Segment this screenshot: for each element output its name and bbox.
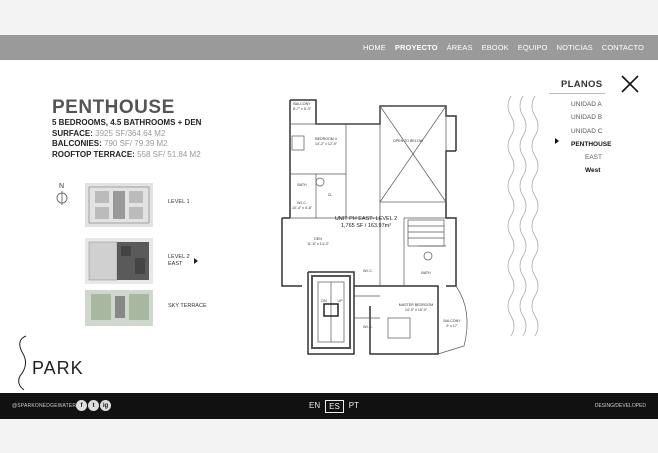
top-band — [0, 0, 658, 35]
credit-link[interactable]: DESING/DEVELOPED — [595, 403, 646, 409]
plan-label-dn: DN — [321, 299, 327, 303]
unit-specs: 5 BEDROOMS, 4.5 BATHROOMS + DEN SURFACE:… — [52, 118, 201, 160]
surface-line: SURFACE: 3925 SF/364.64 M2 — [52, 128, 166, 138]
level-selected-arrow-icon — [194, 258, 198, 264]
plan-label-wic: W.I.C. — [297, 201, 307, 205]
plan-dim-balcony-top: 8'-7" x 5'-0" — [293, 107, 312, 111]
language-switcher: EN ES PT — [306, 400, 364, 413]
wave-decoration — [505, 95, 549, 351]
level1-thumbnail[interactable] — [85, 183, 153, 227]
planos-heading: PLANOS — [561, 79, 603, 90]
nav-noticias[interactable]: NOTICIAS — [557, 43, 593, 52]
plan-label-wic3: W.I.C. — [363, 325, 373, 329]
sky-terrace-label[interactable]: SKY TERRACE — [168, 303, 207, 310]
lang-es[interactable]: ES — [325, 400, 344, 413]
floor-plan: BALCONY 8'-7" x 5'-0" BEDROOM 4 14'-2" x… — [268, 96, 478, 363]
rooms-line: 5 BEDROOMS, 4.5 BATHROOMS + DEN — [52, 118, 202, 127]
plan-unit-area: 1,765 SF / 163.97m² — [341, 223, 391, 229]
plan-label-up: UP — [338, 299, 344, 303]
north-compass: N — [55, 180, 71, 215]
plan-label-cl: CL — [328, 193, 333, 197]
lang-pt[interactable]: PT — [346, 400, 362, 413]
plan-label-bedroom4: BEDROOM 4 — [315, 137, 337, 141]
unit-item-a[interactable]: UNIDAD A — [571, 98, 611, 111]
unit-item-west[interactable]: West — [571, 164, 611, 177]
plan-label-bath2: BATH — [421, 271, 431, 275]
planos-divider — [549, 93, 605, 94]
close-icon[interactable] — [620, 74, 640, 94]
plan-label-balcony-right: BALCONY — [443, 319, 461, 323]
nav-equipo[interactable]: EQUIPO — [518, 43, 548, 52]
plan-label-master: MASTER BEDROOM — [399, 303, 434, 307]
nav-home[interactable]: HOME — [363, 43, 386, 52]
plan-label-open-below: OPEN TO BELOW — [393, 139, 424, 143]
nav-menu: HOME PROYECTO ÁREAS EBOOK EQUIPO NOTICIA… — [354, 35, 644, 60]
plan-label-bath: BATH — [297, 183, 307, 187]
plan-label-balcony-top: BALCONY — [293, 102, 311, 106]
plan-unit-name: UNIT PH EAST- LEVEL 2 — [335, 216, 397, 222]
nav-ebook[interactable]: EBOOK — [482, 43, 509, 52]
terrace-line: ROOFTOP TERRACE: 558 SF/ 51.84 M2 — [52, 149, 201, 159]
lang-en[interactable]: EN — [306, 400, 323, 413]
nav-contacto[interactable]: CONTACTO — [602, 43, 644, 52]
unit-item-b[interactable]: UNIDAD B — [571, 111, 611, 124]
page-title: PENTHOUSE — [52, 97, 175, 118]
social-handle[interactable]: @SPARKONEDGEWATER — [12, 403, 76, 409]
unit-item-c[interactable]: UNIDAD C — [571, 125, 611, 138]
plan-label-den: DEN — [314, 237, 322, 241]
unit-item-east[interactable]: EAST — [571, 151, 611, 164]
level2-east-thumbnail[interactable] — [85, 238, 153, 284]
level2-label[interactable]: LEVEL 2 EAST — [168, 254, 190, 268]
compass-label: N — [59, 183, 64, 190]
balconies-line: BALCONIES: 790 SF/ 79.39 M2 — [52, 139, 168, 148]
unit-list: UNIDAD A UNIDAD B UNIDAD C PENTHOUSE EAS… — [571, 98, 611, 178]
sky-terrace-thumbnail[interactable] — [85, 290, 153, 326]
spark-logo[interactable]: PARK — [14, 334, 86, 399]
plan-dim-master: 14'-0" x 15'-0" — [405, 308, 428, 312]
unit-item-penthouse[interactable]: PENTHOUSE — [571, 138, 611, 151]
plan-dim-bedroom4: 14'-2" x 12'-9" — [315, 142, 338, 146]
plan-label-wic2: W.I.C. — [363, 269, 373, 273]
plan-dim-den: 11'-8" x 14'-3" — [307, 242, 330, 246]
nav-proyecto[interactable]: PROYECTO — [395, 43, 438, 52]
nav-areas[interactable]: ÁREAS — [447, 43, 473, 52]
selected-unit-arrow-icon — [555, 138, 559, 144]
svg-text:PARK: PARK — [32, 358, 84, 378]
plan-dim-balcony-right: 9' x 17' — [446, 324, 457, 328]
facebook-icon[interactable]: f — [76, 400, 87, 411]
footer: @SPARKONEDGEWATER f t ig EN ES PT DESING… — [0, 393, 658, 419]
level1-label[interactable]: LEVEL 1 — [168, 199, 190, 206]
main-navbar: HOME PROYECTO ÁREAS EBOOK EQUIPO NOTICIA… — [0, 35, 658, 60]
bottom-band — [0, 419, 658, 453]
plan-dim-wic: 10'-4" x 4'-8" — [292, 206, 313, 210]
instagram-icon[interactable]: ig — [100, 400, 111, 411]
twitter-icon[interactable]: t — [88, 400, 99, 411]
